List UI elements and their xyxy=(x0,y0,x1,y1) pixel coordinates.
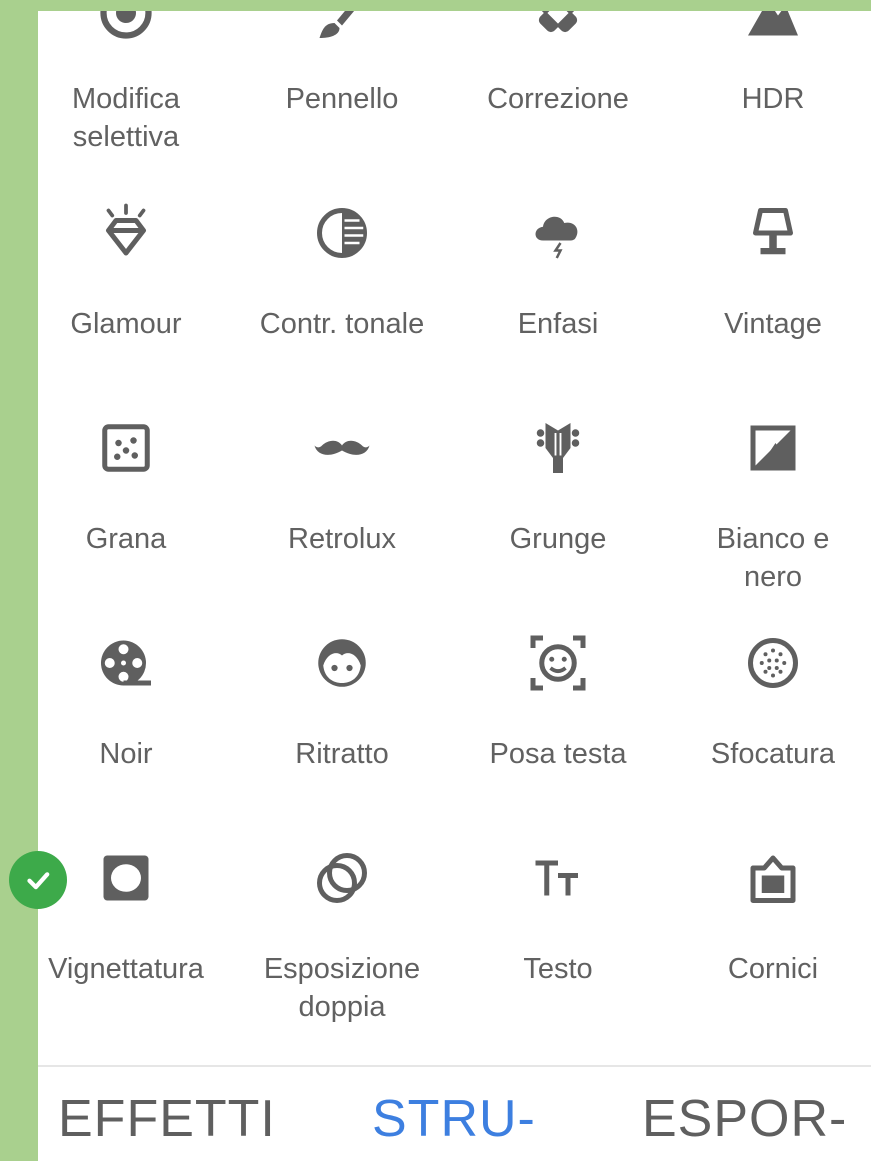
tool-label: Posa testa xyxy=(489,738,627,770)
film-reel-icon xyxy=(94,631,158,695)
tool-label: Pennello xyxy=(285,83,399,115)
tool-label: Vintage xyxy=(724,308,822,340)
tool-label: Bianco e nero xyxy=(716,523,830,593)
selective-target-icon xyxy=(94,11,158,45)
checkmark-icon xyxy=(9,851,67,909)
lens-blur-icon xyxy=(741,631,805,695)
lamp-icon xyxy=(741,201,805,265)
face-frame-icon xyxy=(526,631,590,695)
guitar-head-icon xyxy=(526,416,590,480)
diamond-icon xyxy=(94,201,158,265)
bottom-divider xyxy=(38,1065,871,1067)
mountain-hdr-icon xyxy=(741,11,805,45)
tool-label: HDR xyxy=(741,83,805,115)
mustache-icon xyxy=(310,416,374,480)
tool-label: Ritratto xyxy=(295,738,389,770)
vignette-icon xyxy=(94,846,158,910)
tool-label: Sfocatura xyxy=(710,738,836,770)
double-exposure-icon xyxy=(310,846,374,910)
tool-label: Modifica selettiva xyxy=(72,83,180,153)
healing-bandage-icon xyxy=(526,11,590,45)
storm-cloud-icon xyxy=(526,201,590,265)
tool-label: Glamour xyxy=(70,308,182,340)
brush-icon xyxy=(310,11,374,45)
text-icon xyxy=(526,846,590,910)
tool-label: Contr. tonale xyxy=(259,308,425,340)
tonal-contrast-icon xyxy=(310,201,374,265)
tool-label: Testo xyxy=(523,953,593,985)
tools-panel: Modifica selettiva Pennello Correzione H… xyxy=(38,11,871,1161)
tab-export[interactable]: ESPOR- xyxy=(642,1089,847,1149)
frame-icon xyxy=(741,846,805,910)
grain-dots-icon xyxy=(94,416,158,480)
tab-effects[interactable]: EFFETTI xyxy=(58,1089,276,1149)
tool-label: Cornici xyxy=(727,953,819,985)
face-icon xyxy=(310,631,374,695)
tool-label: Esposizione doppia xyxy=(263,953,421,1023)
tool-label: Enfasi xyxy=(517,308,599,340)
tab-tools[interactable]: STRU- xyxy=(372,1089,536,1149)
tool-label: Noir xyxy=(99,738,153,770)
tool-label: Grunge xyxy=(509,523,607,555)
black-white-icon xyxy=(741,416,805,480)
tool-label: Grana xyxy=(85,523,167,555)
tool-label: Correzione xyxy=(487,83,629,115)
tool-label: Vignettatura xyxy=(48,953,204,985)
tool-label: Retrolux xyxy=(288,523,396,555)
